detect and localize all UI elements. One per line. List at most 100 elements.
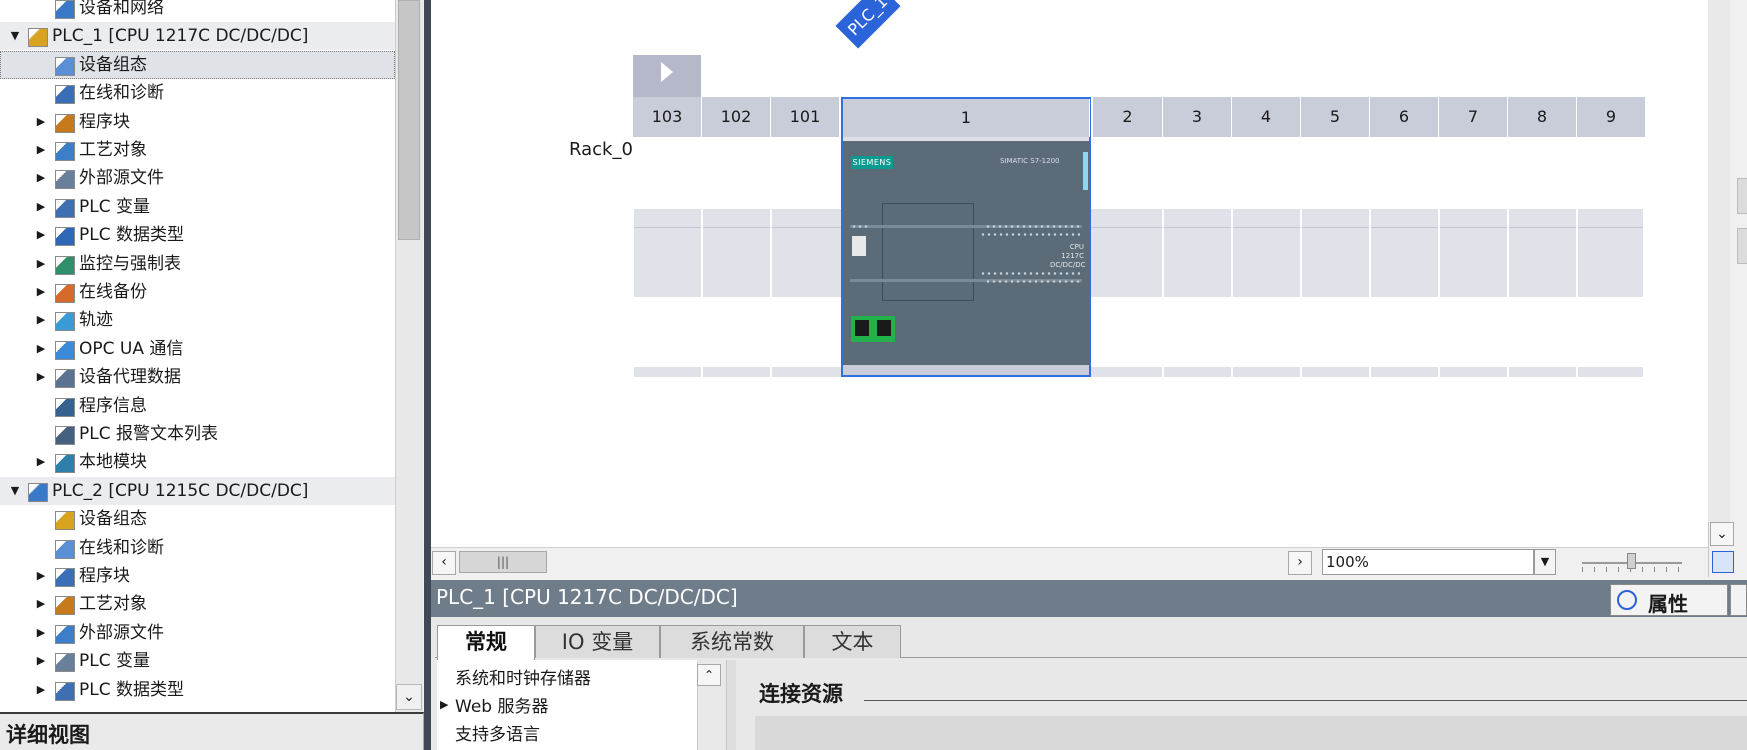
chevron-right-icon[interactable]: ▶ [34,136,48,164]
tree-item[interactable]: ▶ 轨迹 [0,306,395,334]
tree-item[interactable]: ▶ 工艺对象 [0,590,395,618]
chevron-right-icon[interactable]: ▶ [34,221,48,249]
slot-header[interactable]: 6 [1370,97,1439,137]
slot-separator [1369,137,1371,377]
tree-item[interactable]: ▼ PLC_2 [CPU 1215C DC/DC/DC] [0,476,395,505]
tree-item[interactable]: PLC 报警文本列表 [0,420,395,448]
tree-scroll-thumb[interactable] [398,0,420,240]
tree-item-label: 本地模块 [79,452,147,473]
scroll-down-icon[interactable]: ⌄ [1710,522,1734,546]
tree-item[interactable]: 在线和诊断 [0,79,395,107]
slot-header[interactable]: 102 [702,97,771,137]
tree-item[interactable]: 在线和诊断 [0,534,395,562]
tree-item[interactable]: ▶ PLC 数据类型 [0,676,395,704]
chevron-right-icon[interactable]: ▶ [34,335,48,363]
zoom-input[interactable]: 100% [1322,549,1534,575]
slot-separator [1576,137,1578,377]
tree-item[interactable]: ▼ PLC_1 [CPU 1217C DC/DC/DC] [0,22,395,51]
scroll-down-icon[interactable]: ⌄ [396,684,422,710]
tree-item[interactable]: ▶ PLC 变量 [0,193,395,221]
tree-item[interactable]: ▶ 外部源文件 [0,164,395,192]
tree-item[interactable]: ▶ 在线备份 [0,278,395,306]
scroll-right-icon[interactable]: › [1288,551,1312,575]
chevron-down-icon[interactable]: ▼ [8,22,22,50]
tree-item[interactable]: 设备组态 [0,505,395,533]
zoom-slider-knob[interactable] [1627,553,1636,569]
chevron-right-icon[interactable]: ▶ [34,363,48,391]
tree-item[interactable]: ▶ 程序块 [0,562,395,590]
slot-header[interactable]: 103 [633,97,702,137]
tree-item[interactable]: 设备组态 [0,50,395,79]
chevron-down-icon[interactable]: ▼ [8,477,22,505]
overview-navigation-icon[interactable] [1712,551,1734,573]
chevron-right-icon[interactable]: ▶ [34,193,48,221]
collapse-tab-icon[interactable] [1737,178,1747,214]
slot-header[interactable]: 101 [771,97,840,137]
tree-item[interactable]: ▶ 设备代理数据 [0,363,395,391]
nav-item[interactable]: 系统和时钟存储器 [455,664,591,689]
chevron-right-icon[interactable]: ▶ [34,619,48,647]
expand-tab-icon[interactable] [1737,228,1747,264]
chevron-right-icon[interactable]: ▶ [34,562,48,590]
magnifier-icon [1617,590,1637,610]
chevron-right-icon[interactable]: ▶ [34,164,48,192]
chevron-right-icon[interactable]: ▶ [34,448,48,476]
nav-splitter[interactable] [726,660,736,750]
slot-header[interactable]: 3 [1163,97,1232,137]
tree-item[interactable]: ▶ 监控与强制表 [0,250,395,278]
tree-item-label: 外部源文件 [79,622,164,643]
ethernet-port-icon[interactable] [855,320,869,336]
scroll-up-icon[interactable]: ⌃ [697,664,721,686]
tree-item-label: OPC UA 通信 [79,338,184,359]
tree-item[interactable]: 设备和网络 [0,0,395,22]
properties-button-label: 属性 [1648,592,1688,616]
section-content [755,716,1747,750]
slot-header[interactable]: 4 [1232,97,1301,137]
slot-header[interactable]: 9 [1577,97,1646,137]
horizontal-scroll-thumb[interactable]: ||| [459,551,547,573]
tree-item[interactable]: ▶ OPC UA 通信 [0,335,395,363]
chevron-right-icon[interactable]: ▶ [34,278,48,306]
detail-view-bar[interactable]: 详细视图 [0,712,424,750]
vertical-splitter[interactable] [424,0,431,750]
nav-item[interactable]: 支持多语言 [455,720,540,745]
chevron-right-icon[interactable]: ▶ [34,108,48,136]
tab-2[interactable]: IO 变量 [535,625,660,658]
tree-item[interactable]: ▶ PLC 数据类型 [0,221,395,249]
device-proxy-icon [55,369,75,389]
tree-item[interactable]: ▶ 本地模块 [0,448,395,476]
tree-item[interactable]: ▶ 工艺对象 [0,136,395,164]
tree-item-label: 监控与强制表 [79,253,181,274]
device-view-scrollbar[interactable] [1708,0,1730,522]
tree-item-label: 设备组态 [79,509,147,530]
tree-item-label: 在线和诊断 [79,537,164,558]
slot-header[interactable]: 7 [1439,97,1508,137]
slot-header[interactable]: 8 [1508,97,1577,137]
tree-item[interactable]: ▶ PLC 变量 [0,647,395,675]
slot-header[interactable]: 5 [1301,97,1370,137]
chevron-right-icon[interactable]: ▶ [440,698,448,711]
tree-item[interactable]: ▶ 程序块 [0,108,395,136]
sd-card-icon [852,236,866,256]
dropdown-arrow-icon[interactable]: ▼ [1534,549,1556,575]
technology-objects-icon [55,596,75,616]
chevron-right-icon[interactable]: ▶ [34,250,48,278]
info-button[interactable] [1730,584,1747,616]
chevron-right-icon[interactable]: ▶ [34,647,48,675]
online-backup-icon [55,284,75,303]
slot-separator [1162,137,1164,377]
tree-item[interactable]: 程序信息 [0,392,395,420]
slot-header[interactable]: 2 [1093,97,1163,137]
chevron-right-icon[interactable]: ▶ [34,590,48,618]
slot-header[interactable]: 1 [843,99,1090,137]
rack-rail [633,209,1643,297]
chevron-right-icon[interactable]: ▶ [34,306,48,334]
tab-4[interactable]: 文本 [804,625,901,658]
tab-3[interactable]: 系统常数 [660,625,804,658]
tab-1[interactable]: 常规 [437,625,535,660]
tree-item[interactable]: ▶ 外部源文件 [0,619,395,647]
nav-item[interactable]: Web 服务器 [455,692,548,717]
ethernet-port-icon[interactable] [877,320,891,336]
chevron-right-icon[interactable]: ▶ [34,676,48,704]
scroll-left-icon[interactable]: ‹ [432,551,456,575]
